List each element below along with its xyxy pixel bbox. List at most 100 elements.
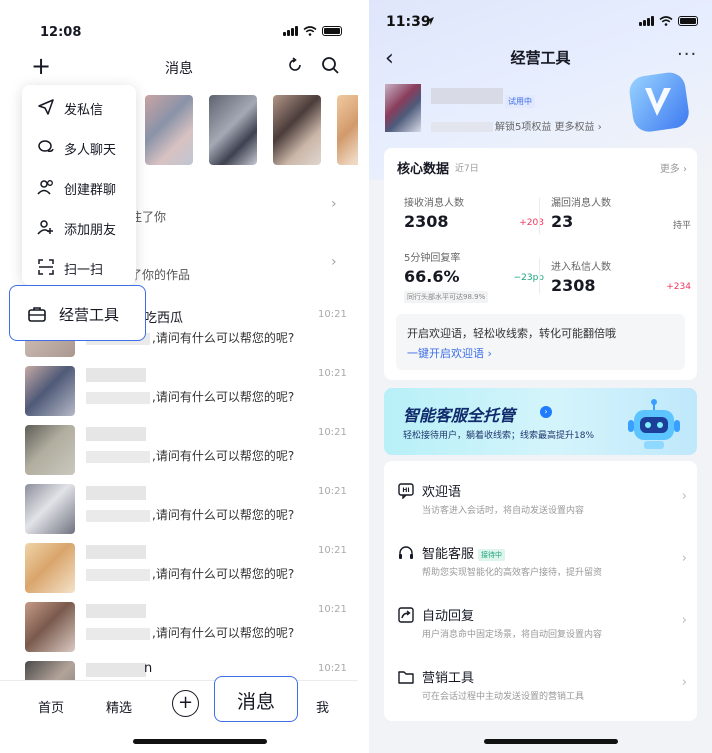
- feature-marketing-tools[interactable]: 营销工具 可在会话过程中主动发送设置的营销工具 ›: [384, 651, 697, 713]
- feature-desc: 可在会话过程中主动发送设置的营销工具: [422, 692, 585, 702]
- core-more-link[interactable]: 更多 ›: [660, 160, 687, 175]
- contact-avatar[interactable]: [209, 95, 257, 165]
- feature-smart-cs[interactable]: 智能客服 接待中 帮助您实现智能化的高效客户接待，提升留资 ›: [384, 527, 697, 589]
- divider: [539, 198, 540, 234]
- tab-featured[interactable]: 精选: [106, 697, 132, 716]
- chat-time: 10:21: [318, 309, 347, 320]
- chat-name: [86, 427, 146, 441]
- chat-preview: ,请问有什么可以帮您的呢?: [86, 624, 294, 641]
- chat-name: 吃西瓜: [144, 311, 184, 326]
- chevron-right-icon: ›: [681, 613, 687, 628]
- home-indicator: [133, 739, 267, 744]
- enable-welcome-link[interactable]: 一键开启欢迎语 ›: [407, 345, 492, 361]
- system-icons: [639, 16, 698, 26]
- menu-item-label: 发私信: [64, 103, 104, 118]
- more-options-icon[interactable]: ···: [677, 44, 697, 65]
- bottom-tab-bar: 首页 精选 + 消息 我: [0, 676, 358, 725]
- status-time: 11:39: [386, 14, 431, 30]
- chat-row[interactable]: ,请问有什么可以帮您的呢? 10:21: [0, 366, 358, 424]
- folder-icon: [398, 671, 414, 684]
- wifi-icon: [659, 16, 673, 26]
- right-screen: 11:39 ‹ 经营工具 ··· 试用中 解锁5项权益 更多权益 › 核心数据 …: [369, 0, 712, 753]
- chat-time: 10:21: [318, 663, 347, 674]
- feature-welcome-message[interactable]: HI 欢迎语 当访客进入会话时，将自动发送设置内容 ›: [384, 465, 697, 527]
- metric-reply-rate[interactable]: 5分钟回复率 66.6% −23pp 同行头部水平可达98.9%: [404, 249, 544, 303]
- benefits-link[interactable]: 解锁5项权益 更多权益 ›: [431, 118, 602, 133]
- features-card: HI 欢迎语 当访客进入会话时，将自动发送设置内容 › 智能客服 接待中 帮助您实…: [384, 461, 697, 721]
- metric-label: 5分钟回复率: [404, 253, 461, 264]
- chat-time: 10:21: [318, 486, 347, 497]
- feature-auto-reply[interactable]: 自动回复 用户消息命中固定场景，将自动回复设置内容 ›: [384, 589, 697, 651]
- chat-name: [86, 545, 146, 559]
- menu-item-scan[interactable]: 扫一扫: [22, 247, 136, 287]
- banner-title: 智能客服全托管: [403, 406, 516, 425]
- avatar: [25, 484, 75, 534]
- divider: [539, 258, 540, 294]
- feature-title-wrap: 智能客服 接待中: [422, 543, 506, 562]
- refresh-icon[interactable]: [286, 56, 304, 74]
- contact-avatar[interactable]: [337, 95, 358, 165]
- welcome-prompt-text: 开启欢迎语，轻松收线索，转化可能翻倍哦: [407, 327, 616, 340]
- metric-received-users[interactable]: 接收消息人数 2308 +203: [404, 194, 544, 248]
- wifi-icon: [303, 26, 317, 36]
- metric-dm-entries[interactable]: 进入私信人数 2308 +234: [551, 258, 691, 312]
- chevron-right-icon[interactable]: ›: [331, 196, 337, 212]
- recent-contacts-row: [145, 95, 358, 165]
- page-title: 消息: [165, 61, 193, 77]
- metric-label: 进入私信人数: [551, 262, 611, 273]
- create-group-icon: [37, 180, 53, 195]
- chat-preview: ,请问有什么可以帮您的呢?: [86, 388, 294, 405]
- tab-me[interactable]: 我: [316, 697, 329, 716]
- add-friend-icon: [37, 220, 53, 235]
- plus-popup-menu: 发私信 多人聊天 创建群聊 添加朋友 扫一扫: [22, 85, 136, 285]
- menu-item-add-friend[interactable]: 添加朋友: [22, 207, 136, 247]
- feature-title: 营销工具: [422, 671, 475, 686]
- contact-avatar[interactable]: [145, 95, 193, 165]
- core-data-card: 核心数据 近7日 更多 › 接收消息人数 2308 +203 漏回消息人数 23…: [384, 148, 697, 380]
- chat-preview: ,请问有什么可以帮您的呢?: [86, 565, 294, 582]
- tab-messages-label: 消息: [236, 691, 275, 713]
- chat-name: [86, 604, 146, 618]
- menu-item-create-group[interactable]: 创建群聊: [22, 167, 136, 207]
- scan-icon: [38, 259, 54, 275]
- feature-desc: 帮助您实现智能化的高效客户接待，提升留资: [422, 568, 603, 578]
- status-badge: 接待中: [478, 548, 506, 561]
- page-title: 经营工具: [510, 49, 571, 67]
- search-icon[interactable]: [321, 56, 339, 74]
- avatar: [25, 543, 75, 593]
- chat-row[interactable]: ,请问有什么可以帮您的呢? 10:21: [0, 484, 358, 542]
- chat-row[interactable]: ,请问有什么可以帮您的呢? 10:21: [0, 543, 358, 601]
- create-post-button[interactable]: +: [172, 690, 199, 717]
- metric-delta: 持平: [672, 221, 691, 231]
- smart-cs-banner[interactable]: 智能客服全托管 › 轻松接待用户，躺着收线索；线索最高提升18%: [384, 388, 697, 455]
- menu-item-business-tools[interactable]: 经营工具: [9, 285, 146, 341]
- contact-avatar[interactable]: [273, 95, 321, 165]
- chat-row[interactable]: ,请问有什么可以帮您的呢? 10:21: [0, 425, 358, 483]
- menu-item-group-chat[interactable]: 多人聊天: [22, 127, 136, 167]
- avatar: [25, 366, 75, 416]
- metric-label: 漏回消息人数: [551, 198, 611, 209]
- chat-name: [86, 486, 146, 500]
- feature-title: 自动回复: [422, 609, 475, 624]
- menu-item-label: 多人聊天: [64, 143, 117, 158]
- chevron-right-icon[interactable]: ›: [331, 254, 337, 270]
- chat-name: [86, 368, 146, 382]
- menu-item-send-message[interactable]: 发私信: [22, 87, 136, 127]
- chat-preview: ,请问有什么可以帮您的呢?: [86, 506, 294, 523]
- chevron-right-icon: ›: [681, 489, 687, 504]
- benchmark-note: 同行头部水平可达98.9%: [404, 291, 489, 303]
- menu-item-label: 扫一扫: [64, 263, 104, 278]
- notify-like-text: 了你的作品: [130, 268, 191, 282]
- location-arrow-icon: [426, 17, 434, 25]
- chat-row[interactable]: ,请问有什么可以帮您的呢? 10:21: [0, 602, 358, 660]
- metric-missed-users[interactable]: 漏回消息人数 23 持平: [551, 194, 691, 248]
- tab-home[interactable]: 首页: [38, 697, 64, 716]
- menu-item-label: 添加朋友: [64, 223, 117, 238]
- period-label: 近7日: [455, 164, 479, 174]
- battery-icon: [678, 16, 698, 26]
- battery-icon: [322, 26, 342, 36]
- signal-icon: [283, 26, 298, 36]
- tab-messages[interactable]: 消息: [214, 676, 298, 722]
- chat-time: 10:21: [318, 368, 347, 379]
- menu-item-label: 创建群聊: [64, 183, 117, 198]
